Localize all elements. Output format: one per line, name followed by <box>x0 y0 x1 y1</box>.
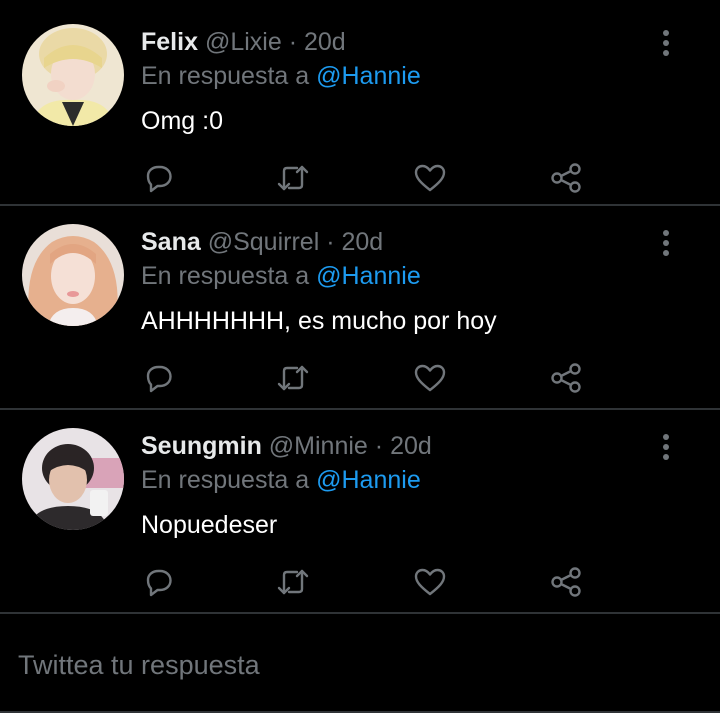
avatar[interactable] <box>22 224 124 326</box>
tweet[interactable]: Seungmin @Minnie · 20d En respuesta a @H… <box>0 412 720 614</box>
timestamp[interactable]: 20d <box>304 28 346 56</box>
reply-composer[interactable]: Twittea tu respuesta <box>0 620 720 713</box>
tweet-text: Omg :0 <box>141 107 223 135</box>
tweet-text: AHHHHHHH, es mucho por hoy <box>141 307 497 335</box>
separator: · <box>288 28 298 56</box>
separator: · <box>374 432 384 460</box>
tweet-actions <box>0 562 720 602</box>
avatar[interactable] <box>22 428 124 530</box>
tweet-header: Felix @Lixie · 20d <box>141 26 346 58</box>
reply-context: En respuesta a @Hannie <box>141 260 421 292</box>
handle[interactable]: @Squirrel <box>208 228 320 256</box>
share-icon[interactable] <box>546 562 586 602</box>
tweet-actions <box>0 158 720 198</box>
timestamp[interactable]: 20d <box>390 432 432 460</box>
handle[interactable]: @Minnie <box>269 432 368 460</box>
mention-link[interactable]: @Hannie <box>316 262 421 290</box>
display-name[interactable]: Sana <box>141 228 201 256</box>
heart-icon[interactable] <box>410 358 450 398</box>
more-vertical-icon[interactable] <box>654 28 678 58</box>
tweet[interactable]: Felix @Lixie · 20d En respuesta a @Hanni… <box>0 4 720 206</box>
retweet-icon[interactable] <box>273 158 313 198</box>
tweet[interactable]: Sana @Squirrel · 20d En respuesta a @Han… <box>0 208 720 410</box>
more-vertical-icon[interactable] <box>654 432 678 462</box>
avatar[interactable] <box>22 24 124 126</box>
retweet-icon[interactable] <box>273 358 313 398</box>
heart-icon[interactable] <box>410 158 450 198</box>
share-icon[interactable] <box>546 158 586 198</box>
more-vertical-icon[interactable] <box>654 228 678 258</box>
reply-input[interactable]: Twittea tu respuesta <box>18 648 260 682</box>
reply-prefix: En respuesta a <box>141 466 310 494</box>
reply-icon[interactable] <box>139 562 179 602</box>
mention-link[interactable]: @Hannie <box>316 466 421 494</box>
tweet-actions <box>0 358 720 398</box>
reply-icon[interactable] <box>139 358 179 398</box>
reply-prefix: En respuesta a <box>141 62 310 90</box>
tweet-header: Seungmin @Minnie · 20d <box>141 430 432 462</box>
display-name[interactable]: Felix <box>141 28 198 56</box>
reply-context: En respuesta a @Hannie <box>141 60 421 92</box>
timestamp[interactable]: 20d <box>341 228 383 256</box>
reply-context: En respuesta a @Hannie <box>141 464 421 496</box>
reply-icon[interactable] <box>139 158 179 198</box>
handle[interactable]: @Lixie <box>205 28 282 56</box>
tweet-text: Nopuedeser <box>141 511 278 539</box>
tweet-header: Sana @Squirrel · 20d <box>141 226 383 258</box>
heart-icon[interactable] <box>410 562 450 602</box>
separator: · <box>326 228 335 256</box>
retweet-icon[interactable] <box>273 562 313 602</box>
mention-link[interactable]: @Hannie <box>316 62 421 90</box>
reply-prefix: En respuesta a <box>141 262 310 290</box>
display-name[interactable]: Seungmin <box>141 432 262 460</box>
share-icon[interactable] <box>546 358 586 398</box>
